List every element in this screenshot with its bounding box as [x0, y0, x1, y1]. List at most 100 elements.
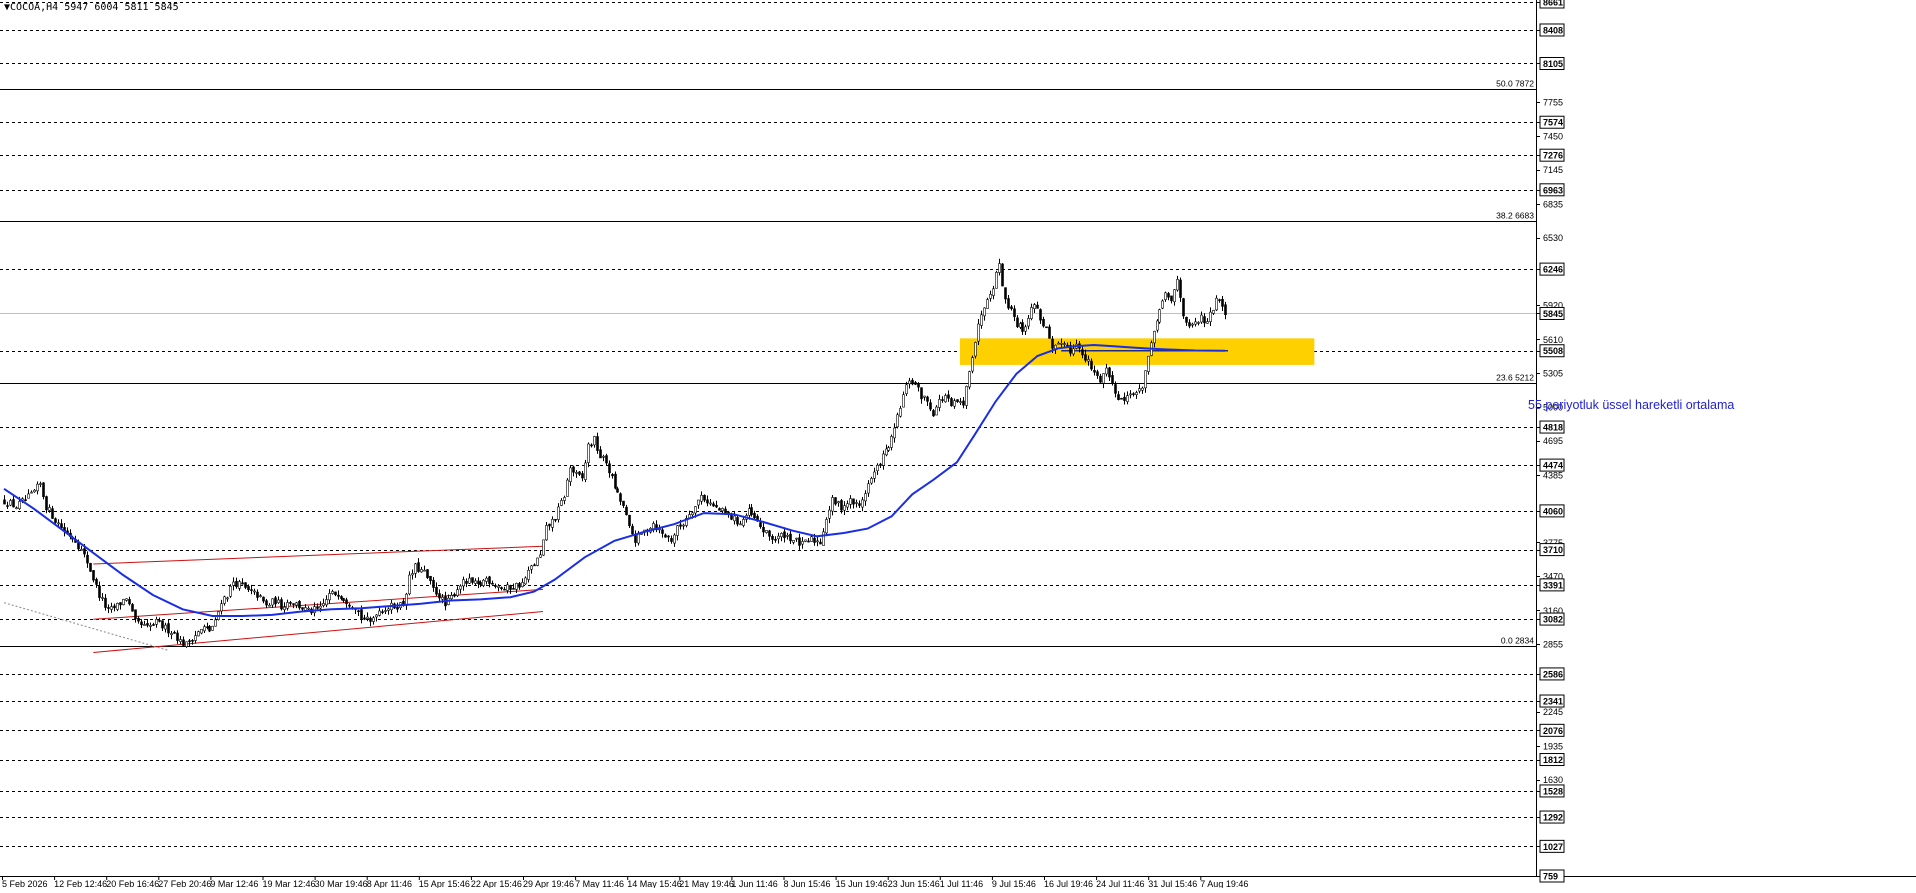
candle-body — [709, 502, 712, 505]
candle-body — [905, 384, 908, 394]
candle-body — [911, 379, 914, 385]
candle-body — [548, 523, 551, 527]
candle-body — [533, 564, 536, 567]
candle-body — [712, 503, 715, 507]
candle-body — [509, 585, 512, 590]
candle-body — [700, 495, 703, 502]
candle-body — [45, 496, 48, 511]
candle-body — [146, 623, 149, 626]
candle-body — [593, 436, 596, 446]
candle-body — [453, 594, 456, 597]
candle-body — [1129, 393, 1132, 396]
candle-body — [1033, 304, 1036, 309]
time-label: 15 Jun 19:46 — [836, 879, 888, 888]
candle-body — [1060, 343, 1063, 345]
candle-body — [241, 582, 244, 585]
time-label: 27 Feb 20:46 — [158, 879, 211, 888]
candle-body — [200, 628, 203, 634]
candle-body — [211, 625, 214, 631]
candle-body — [1063, 343, 1066, 345]
candle-body — [488, 576, 491, 584]
candle-body — [807, 540, 810, 543]
candle-body — [861, 499, 864, 508]
candle-body — [173, 631, 176, 634]
candle-body — [759, 522, 762, 528]
time-label: 7 Aug 19:46 — [1200, 879, 1248, 888]
price-label: 5845 — [1543, 309, 1563, 319]
candle-body — [265, 600, 268, 606]
candle-body — [896, 414, 899, 428]
candle-body — [890, 436, 893, 448]
candle-body — [36, 483, 39, 492]
candle-body — [1138, 388, 1141, 392]
candle-body — [1215, 297, 1218, 311]
candle-body — [1087, 359, 1090, 362]
candle-body — [92, 570, 95, 581]
candle-body — [742, 519, 745, 526]
candle-body — [465, 580, 468, 584]
candle-body — [232, 581, 235, 586]
candle-body — [307, 607, 310, 610]
candle-body — [301, 607, 304, 610]
chart-canvas[interactable]: 50.0 7872 38.2 6683 23.6 5212 0.0 2834 8661… — [0, 0, 1916, 889]
candle-body — [274, 597, 277, 605]
candle-body — [1013, 308, 1016, 318]
candle-body — [369, 617, 372, 622]
candle-body — [828, 509, 831, 519]
candle-body — [512, 588, 515, 590]
candle-body — [1161, 300, 1164, 309]
candle-body — [194, 635, 197, 641]
candle-body — [569, 467, 572, 482]
candle-body — [1105, 367, 1108, 375]
candle-body — [843, 505, 846, 511]
candle-body — [1027, 318, 1030, 327]
price-label: 7574 — [1543, 118, 1563, 128]
candle-body — [605, 455, 608, 464]
candle-body — [256, 591, 259, 598]
candle-body — [137, 618, 140, 622]
candle-body — [119, 602, 122, 606]
candle-body — [95, 579, 98, 585]
candle-body — [1156, 320, 1159, 331]
time-label: 16 Jul 19:46 — [1044, 879, 1093, 888]
candle-body — [1144, 370, 1147, 389]
candle-body — [566, 479, 569, 497]
candle-body — [1123, 396, 1126, 401]
candle-body — [664, 534, 667, 538]
candle-body — [837, 501, 840, 504]
candle-body — [1021, 322, 1024, 332]
candle-body — [1001, 263, 1004, 287]
candle-body — [616, 488, 619, 493]
candle-body — [360, 609, 363, 619]
candle-body — [1206, 321, 1209, 324]
candle-body — [578, 471, 581, 475]
candle-body — [587, 443, 590, 463]
candle-body — [122, 598, 125, 606]
candle-body — [89, 563, 92, 572]
candle-body — [80, 549, 83, 551]
candle-body — [524, 577, 527, 585]
candle-body — [992, 288, 995, 296]
candle-body — [864, 493, 867, 502]
candle-body — [1170, 295, 1173, 302]
candle-body — [1084, 354, 1087, 361]
candle-body — [1004, 287, 1007, 300]
candle-body — [462, 579, 465, 587]
candle-body — [479, 582, 482, 585]
candle-body — [322, 603, 325, 606]
candle-body — [768, 530, 771, 537]
candle-body — [920, 387, 923, 400]
price-chart[interactable]: 50.0 7872 38.2 6683 23.6 5212 0.0 2834 8661… — [0, 0, 1916, 889]
candle-body — [3, 499, 6, 505]
candle-body — [1188, 322, 1191, 327]
candle-body — [471, 577, 474, 583]
candle-body — [1111, 375, 1114, 384]
candle-body — [18, 501, 21, 509]
candle-body — [929, 402, 932, 410]
candle-body — [944, 395, 947, 403]
candle-body — [54, 518, 57, 523]
candle-body — [506, 584, 509, 591]
candle-body — [902, 394, 905, 408]
time-label: 29 Apr 19:46 — [523, 879, 574, 888]
time-label: 21 May 19:46 — [679, 879, 734, 888]
